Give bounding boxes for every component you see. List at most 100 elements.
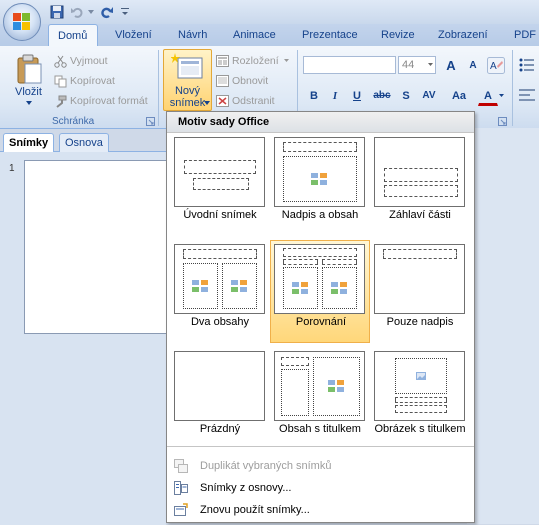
tab-review[interactable]: Revize (381, 24, 415, 46)
layout-thumb (274, 351, 365, 421)
paste-dropdown-icon[interactable] (26, 101, 32, 106)
new-slide-label-line1: Nový (174, 85, 201, 97)
format-painter-icon[interactable] (54, 95, 67, 108)
tab-view[interactable]: Zobrazení (438, 24, 488, 46)
change-case-button[interactable]: Aa (446, 86, 472, 106)
caption-placeholder (281, 369, 309, 416)
shrink-font-glyph: A (469, 60, 477, 71)
layout-thumb (174, 351, 265, 421)
copy-button[interactable]: Kopírovat (70, 75, 115, 87)
layout-title-and-content[interactable]: Nadpis a obsah (270, 133, 370, 236)
office-button[interactable] (3, 3, 41, 41)
layout-thumb (274, 137, 365, 207)
layout-content-with-caption[interactable]: Obsah s titulkem (270, 347, 370, 450)
italic-button[interactable]: I (325, 86, 345, 106)
cut-button[interactable]: Vyjmout (70, 55, 108, 67)
undo-icon[interactable] (70, 5, 84, 19)
shadow-button[interactable]: S (396, 86, 416, 106)
bold-button[interactable]: B (304, 86, 324, 106)
character-spacing-button[interactable]: AV (416, 86, 442, 106)
copy-icon[interactable] (54, 75, 67, 88)
font-color-dropdown-icon[interactable] (499, 94, 504, 98)
layout-title-slide[interactable]: Úvodní snímek (170, 133, 270, 236)
layout-label: Obrázek s titulkem (374, 423, 466, 435)
tab-insert[interactable]: Vložení (115, 24, 152, 46)
tab-home[interactable]: Domů (48, 24, 98, 46)
slides-from-outline-menu-item[interactable]: Snímky z osnovy... (167, 477, 474, 499)
layout-button[interactable]: Rozložení (232, 55, 279, 67)
delete-slide-button[interactable]: Odstranit (232, 95, 275, 107)
clear-formatting-icon[interactable]: A (487, 57, 505, 74)
bold-glyph: B (310, 90, 318, 102)
paste-button-label[interactable]: Vložit (15, 86, 42, 98)
duplicate-slides-menu-item[interactable]: Duplikát vybraných snímků (167, 455, 474, 477)
layout-label: Nadpis a obsah (281, 209, 359, 221)
layout-thumb (174, 244, 265, 314)
layout-title-only[interactable]: Pouze nadpis (370, 240, 470, 343)
tab-animations[interactable]: Animace (233, 24, 276, 46)
save-icon[interactable] (50, 5, 64, 19)
layout-thumb (174, 137, 265, 207)
content-placeholder (313, 357, 360, 416)
italic-glyph: I (332, 90, 338, 102)
align-left-icon[interactable] (518, 87, 536, 103)
layout-comparison[interactable]: Porovnání (270, 240, 370, 343)
customize-toolbar-icon[interactable] (120, 6, 130, 18)
layout-dropdown-icon[interactable] (284, 59, 289, 63)
content-placeholder-left (183, 263, 218, 309)
underline-button[interactable]: U (347, 86, 367, 106)
font-color-button[interactable]: A (478, 86, 498, 106)
content-placeholder (283, 156, 357, 202)
tab-slideshow[interactable]: Prezentace (302, 24, 358, 46)
tab-outline[interactable]: Osnova (59, 133, 109, 152)
heading-placeholder-left (283, 259, 318, 265)
new-slide-dropdown-icon[interactable] (204, 101, 210, 106)
picture-icon (416, 372, 426, 380)
strikethrough-button[interactable]: abc (369, 86, 395, 106)
undo-dropdown-icon[interactable] (87, 8, 95, 16)
underline-glyph: U (353, 90, 361, 102)
tab-design[interactable]: Návrh (178, 24, 207, 46)
layout-label: Úvodní snímek (183, 209, 257, 221)
clipboard-group-label: Schránka (52, 116, 95, 127)
layout-label: Obsah s titulkem (279, 423, 361, 435)
reset-button[interactable]: Obnovit (232, 75, 268, 87)
layout-section-header[interactable]: Záhlaví části (370, 133, 470, 236)
cut-icon[interactable] (54, 55, 67, 68)
clipboard-dialog-launcher-icon[interactable] (146, 117, 155, 126)
content-placeholder-right (222, 263, 257, 309)
character-spacing-glyph: AV (422, 90, 436, 101)
slide-thumbnail[interactable] (24, 160, 168, 334)
layout-blank[interactable]: Prázdný (170, 347, 270, 450)
shrink-font-button[interactable]: A (463, 56, 483, 76)
format-painter-button[interactable]: Kopírovat formát (70, 95, 148, 107)
delete-slide-icon[interactable] (216, 95, 229, 107)
layout-thumb (374, 351, 465, 421)
layout-icon[interactable] (216, 55, 229, 67)
tab-slides[interactable]: Snímky (3, 133, 55, 152)
font-dialog-launcher-icon[interactable] (498, 117, 507, 126)
font-size-dropdown-icon[interactable] (428, 63, 433, 67)
new-slide-gallery: Motiv sady Office Úvodní snímek Nadpis a… (166, 111, 475, 523)
office-logo-icon (13, 13, 31, 31)
layout-two-content[interactable]: Dva obsahy (170, 240, 270, 343)
content-icons (311, 173, 327, 185)
change-case-glyph: Aa (451, 90, 467, 102)
title-placeholder (283, 248, 357, 257)
layout-picture-with-caption[interactable]: Obrázek s titulkem (370, 347, 470, 450)
paste-icon[interactable] (15, 53, 43, 85)
workspace-background (467, 128, 539, 524)
font-name-combobox[interactable] (303, 56, 396, 74)
picture-placeholder (395, 358, 447, 394)
redo-icon[interactable] (100, 5, 114, 19)
reset-icon[interactable] (216, 75, 229, 87)
svg-text:A: A (490, 61, 497, 72)
tab-pdf[interactable]: PDF (514, 24, 536, 46)
title-placeholder (184, 160, 256, 174)
reuse-slides-menu-item[interactable]: Znovu použít snímky... (167, 499, 474, 521)
grow-font-button[interactable]: A (441, 56, 461, 76)
bullets-icon[interactable] (518, 57, 536, 73)
group-separator (512, 50, 513, 126)
duplicate-slides-icon (174, 459, 188, 473)
reuse-slides-label: Znovu použít snímky... (200, 504, 310, 516)
